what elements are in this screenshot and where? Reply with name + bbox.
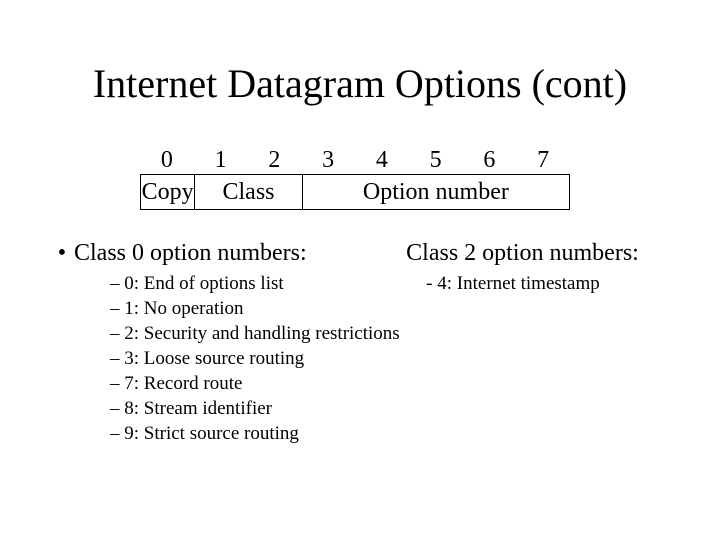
slide-title: Internet Datagram Options (cont)	[50, 60, 670, 107]
byte-layout: 0 1 2 3 4 5 6 7 Copy Class Option number	[140, 147, 570, 210]
list-item: 0: End of options list	[110, 273, 406, 295]
bit-num: 6	[463, 147, 517, 174]
bit-num: 5	[409, 147, 463, 174]
bit-num: 7	[516, 147, 570, 174]
bit-num: 1	[194, 147, 248, 174]
class0-column: • Class 0 option numbers: 0: End of opti…	[50, 240, 406, 448]
list-item: 2: Security and handling restrictions	[110, 323, 406, 345]
bit-num: 4	[355, 147, 409, 174]
class0-heading: Class 0 option numbers:	[74, 240, 307, 267]
class0-heading-row: • Class 0 option numbers:	[50, 240, 406, 267]
list-item: - 4: Internet timestamp	[426, 273, 670, 295]
slide: Internet Datagram Options (cont) 0 1 2 3…	[0, 0, 720, 540]
field-copy: Copy	[141, 175, 195, 209]
bit-num: 0	[140, 147, 194, 174]
class2-column: Class 2 option numbers: - 4: Internet ti…	[406, 240, 670, 448]
bit-num: 2	[248, 147, 302, 174]
list-item: 7: Record route	[110, 373, 406, 395]
bullet-icon: •	[50, 240, 74, 267]
list-item: 9: Strict source routing	[110, 423, 406, 445]
field-class: Class	[195, 175, 303, 209]
bit-number-row: 0 1 2 3 4 5 6 7	[140, 147, 570, 174]
byte-fields-row: Copy Class Option number	[140, 174, 570, 210]
list-item: 8: Stream identifier	[110, 398, 406, 420]
list-item: 3: Loose source routing	[110, 348, 406, 370]
field-option: Option number	[303, 175, 569, 209]
class0-list: 0: End of options list 1: No operation 2…	[50, 273, 406, 445]
bit-num: 3	[301, 147, 355, 174]
list-item: 1: No operation	[110, 298, 406, 320]
class2-heading: Class 2 option numbers:	[406, 240, 670, 267]
columns: • Class 0 option numbers: 0: End of opti…	[50, 240, 670, 448]
